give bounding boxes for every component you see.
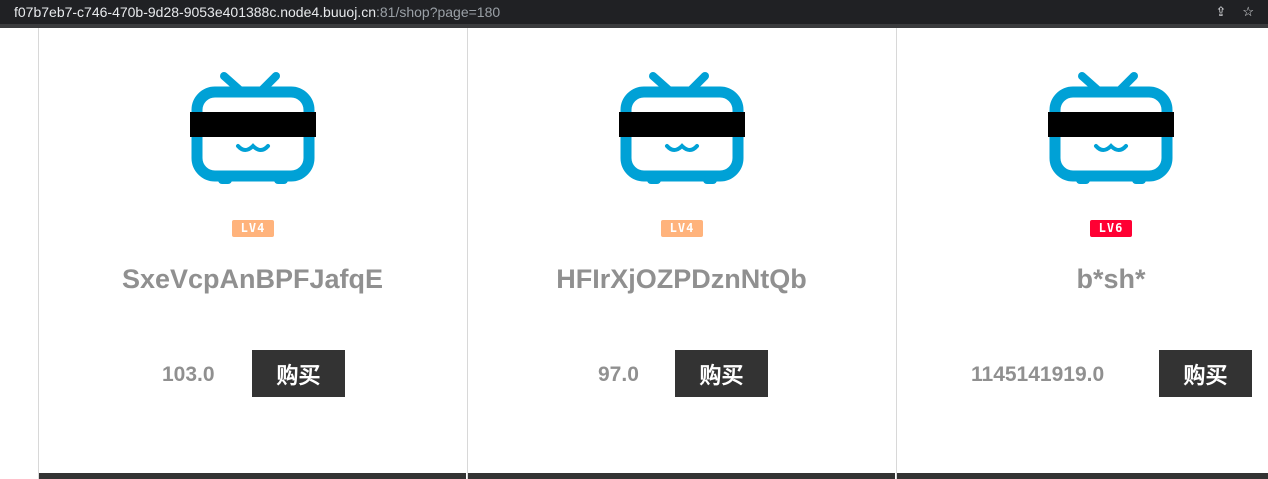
card-footer-bar: [897, 473, 1268, 479]
share-icon[interactable]: ⇪: [1215, 0, 1226, 24]
buy-button[interactable]: 购买: [675, 350, 768, 397]
level-badge: LV4: [232, 220, 274, 237]
product-card: LV4 SxeVcpAnBPFJafqE 103.0 购买: [38, 28, 466, 479]
product-name: b*sh*: [1076, 264, 1146, 294]
tv-logo-icon: [190, 72, 316, 184]
url-host: f07b7eb7-c746-470b-9d28-9053e401388c.nod…: [14, 4, 376, 20]
product-name: HFIrXjOZPDznNtQb: [556, 264, 807, 294]
url-path: :81/shop?page=180: [375, 4, 501, 20]
level-badge: LV6: [1090, 220, 1132, 237]
card-footer-bar: [468, 473, 895, 479]
browser-address-bar[interactable]: f07b7eb7-c746-470b-9d28-9053e401388c.nod…: [0, 0, 1268, 24]
product-price: 97.0: [598, 363, 639, 386]
product-name: SxeVcpAnBPFJafqE: [121, 264, 384, 294]
buy-button[interactable]: 购买: [1159, 350, 1252, 397]
level-badge: LV4: [661, 220, 703, 237]
product-card: LV6 b*sh* 1145141919.0 购买: [896, 28, 1268, 479]
tv-logo-icon: [619, 72, 745, 184]
product-price: 103.0: [162, 363, 215, 386]
tv-logo-icon: [1048, 72, 1174, 184]
product-card: LV4 HFIrXjOZPDznNtQb 97.0 购买: [467, 28, 895, 479]
star-icon[interactable]: ☆: [1242, 0, 1254, 24]
product-price: 1145141919.0: [971, 363, 1105, 386]
card-footer-bar: [39, 473, 466, 479]
buy-button[interactable]: 购买: [252, 350, 345, 397]
